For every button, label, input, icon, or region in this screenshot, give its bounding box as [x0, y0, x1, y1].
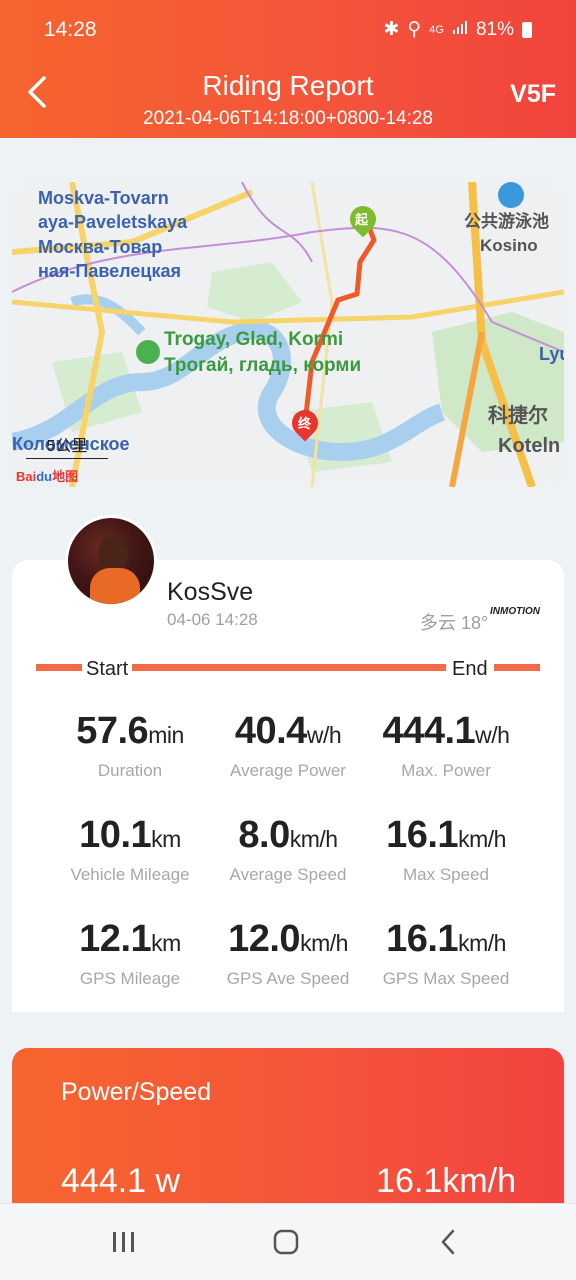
system-back-button[interactable] — [430, 1224, 466, 1260]
stat-gps-ave-speed: 12.0km/h GPS Ave Speed — [226, 918, 350, 988]
ride-datetime: 04-06 14:28 — [167, 610, 258, 629]
stat-duration: 57.6min Duration — [76, 710, 184, 780]
end-marker-label: 终 — [298, 416, 312, 431]
power-speed-card[interactable]: Power/Speed 444.1 w 16.1km/h — [12, 1048, 564, 1208]
system-nav-bar — [0, 1203, 576, 1280]
map-scale: 5公里 — [26, 432, 108, 459]
map-label-lyu: Lyu — [539, 344, 564, 364]
location-icon: ⚲ — [407, 19, 422, 40]
weather: 多云 18° — [420, 613, 489, 633]
map-label-moskva-cyr: Москва-Товар ная-Павелецкая — [38, 237, 181, 281]
map-label-kotel-cn: 科捷尔 — [488, 405, 548, 427]
home-button[interactable] — [266, 1224, 306, 1260]
bluetooth-icon: ✱ — [383, 19, 400, 40]
map-label-pool: 公共游泳池 — [464, 212, 549, 231]
username: KosSve — [167, 578, 254, 606]
ride-summary-card: KosSve 04-06 14:28 多云 18° INMOTION Start… — [12, 560, 564, 1012]
recent-apps-button[interactable] — [106, 1224, 142, 1260]
baidu-logo: Baidu地图 — [16, 469, 79, 484]
recent-apps-icon — [113, 1232, 134, 1252]
speed-value: 16.1km/h — [376, 1162, 516, 1200]
route-map[interactable]: Moskva-Tovarn aya-Paveletskaya Москва-То… — [12, 182, 564, 487]
start-label: Start — [82, 658, 133, 681]
map-label-moskva-latin: Moskva-Tovarn aya-Paveletskaya — [38, 188, 188, 232]
battery-icon — [522, 21, 532, 38]
park-icon — [136, 340, 160, 364]
status-bar: 14:28 ✱ ⚲ 4G 81% — [0, 16, 576, 46]
ride-datetime-range: 2021-04-06T14:18:00+0800-14:28 — [143, 108, 433, 129]
stat-max-speed: 16.1km/h Max Speed — [386, 814, 506, 884]
signal-icon — [452, 19, 468, 41]
battery-percent: 81% — [475, 18, 514, 40]
page-title: Riding Report — [202, 70, 374, 101]
pool-icon — [498, 182, 524, 208]
brand-logo: INMOTION — [490, 606, 540, 617]
map-label-kosino: Kosino — [480, 236, 538, 255]
map-label-kotel: Koteln — [498, 435, 561, 457]
device-model: V5F — [510, 80, 556, 108]
network-label: 4G — [429, 23, 444, 36]
power-value: 444.1 w — [61, 1162, 181, 1200]
map-label-trogay-cyr: Трогай, гладь, корми — [164, 355, 362, 376]
home-icon — [273, 1229, 299, 1255]
back-icon — [441, 1229, 455, 1255]
stat-average-speed: 8.0km/h Average Speed — [229, 814, 347, 884]
stat-average-power: 40.4w/h Average Power — [230, 710, 346, 780]
stat-vehicle-mileage: 10.1km Vehicle Mileage — [70, 814, 190, 884]
status-icons: ✱ ⚲ 4G 81% — [383, 18, 532, 41]
stat-gps-max-speed: 16.1km/h GPS Max Speed — [382, 918, 510, 988]
avatar[interactable] — [65, 515, 157, 607]
stat-gps-mileage: 12.1km GPS Mileage — [79, 918, 181, 988]
end-label: End — [446, 658, 494, 681]
stat-max-power: 444.1w/h Max. Power — [382, 710, 510, 780]
start-marker-label: 起 — [355, 212, 369, 227]
header: 14:28 ✱ ⚲ 4G 81% Riding Report 2021-04-0… — [0, 0, 576, 138]
power-speed-title: Power/Speed — [61, 1078, 212, 1106]
map-label-trogay-latin: Trogay, Glad, Kormi — [164, 329, 344, 350]
status-time: 14:28 — [44, 18, 97, 41]
